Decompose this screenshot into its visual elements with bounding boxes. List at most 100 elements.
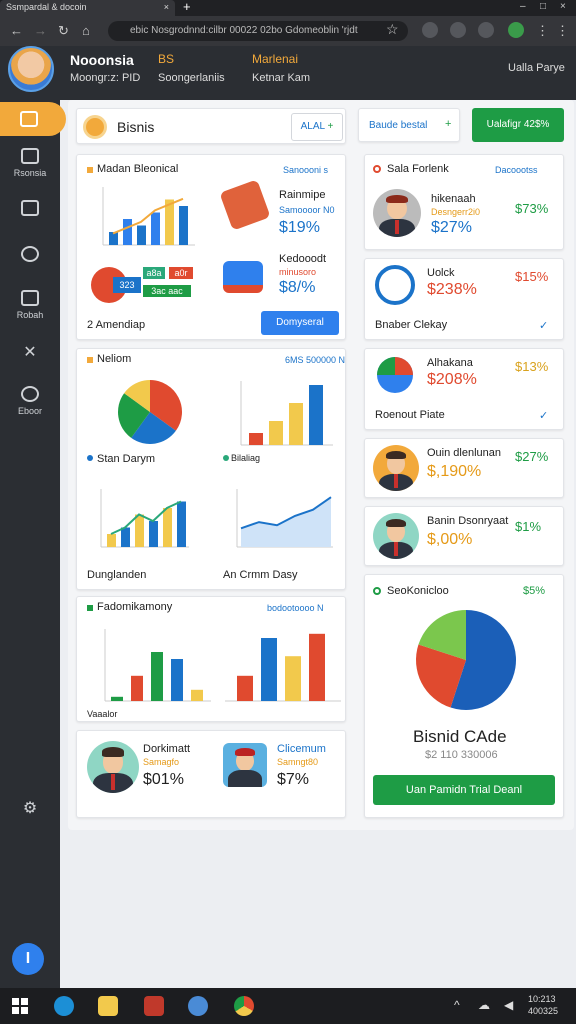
minimize-icon[interactable]: –	[520, 1, 526, 12]
sidebar-item-clock[interactable]	[0, 246, 60, 266]
line-chart-left	[100, 489, 189, 548]
windows-start-icon[interactable]	[12, 998, 28, 1014]
chrome-icon[interactable]	[234, 996, 254, 1016]
back-icon[interactable]: ←	[10, 23, 23, 38]
bar-right	[261, 638, 277, 701]
more-icon[interactable]: ⋮	[556, 23, 569, 39]
person2-avatar	[223, 743, 267, 787]
record-icon	[373, 165, 381, 173]
tag-4: 3ac aac	[143, 285, 191, 297]
sidebar-item-store[interactable]	[0, 200, 60, 220]
domyseral-button[interactable]: Domyseral	[261, 311, 339, 335]
flag-icon	[21, 290, 39, 306]
maximize-icon[interactable]: □	[540, 1, 546, 12]
user-name: Nooonsia	[70, 52, 134, 68]
right-card-4-name: Ouin dlenlunan	[427, 447, 502, 459]
help-button[interactable]: I	[12, 943, 44, 975]
bullet-icon	[87, 167, 93, 173]
network-icon[interactable]: ☁	[478, 998, 490, 1012]
trial-deal-button[interactable]: Uan Pamidn Trial Deanl	[373, 775, 555, 805]
sidebar-item-active[interactable]	[0, 102, 66, 136]
baude-bestal-label: Baude bestal	[369, 120, 428, 131]
home-icon[interactable]: ⌂	[82, 23, 90, 38]
truck-icon	[223, 261, 263, 293]
url-text: ebic Nosgrodnnd:cilbr 00022 02bo Gdomeob…	[130, 25, 358, 36]
right-card-1[interactable]: Sala Forlenk Dacoootss hikenaah Desngerr…	[364, 154, 564, 250]
ualafigr-button[interactable]: Ualafigr 42$%	[472, 108, 564, 142]
record-icon	[373, 587, 381, 595]
extension-icon[interactable]	[422, 22, 438, 38]
tag-2: a8a	[143, 267, 165, 279]
right-card-5[interactable]: Banin Dsonryaat $,00% $1%	[364, 506, 564, 566]
browser-tab[interactable]: Ssmpardal & docoin ×	[0, 0, 175, 16]
pies-bar	[289, 403, 303, 445]
reload-icon[interactable]: ↻	[58, 23, 69, 39]
baude-bestal-button[interactable]: Baude bestal +	[358, 108, 460, 142]
clock-time[interactable]: 10:213	[528, 994, 556, 1004]
card-pies-title: Neliom	[97, 353, 132, 365]
card-people: Dorkimatt Samagfo $01% Clicemum Samngt80…	[76, 730, 346, 818]
sidebar-item-rsonsia[interactable]: Rsonsia	[0, 148, 60, 178]
volume-icon[interactable]: ◀	[504, 998, 513, 1012]
summary-title: SeoKonicloo	[387, 585, 449, 597]
mini-pie-icon	[377, 357, 413, 393]
bullet-icon	[87, 605, 93, 611]
sidebar-item-label: Eboor	[17, 406, 43, 416]
alal-button[interactable]: ALAL +	[291, 113, 343, 141]
window-close-icon[interactable]: ×	[560, 1, 566, 12]
main-bar	[123, 219, 132, 245]
right-card-5-value: $,00%	[427, 531, 473, 548]
right-card-2[interactable]: Uolck $238% $15% Bnaber Clekay ✓	[364, 258, 564, 340]
tray-chevron-icon[interactable]: ^	[454, 998, 460, 1012]
forward-icon[interactable]: →	[34, 23, 47, 38]
summary-amount: $2 110 330006	[425, 749, 498, 761]
user-subtitle: Moongr:z: PID	[70, 72, 141, 84]
person2-value: $7%	[277, 771, 310, 788]
settings-gear-icon: ⚙	[22, 800, 38, 817]
sidebar-item-label: Robah	[16, 310, 44, 320]
line-left-bar	[149, 521, 158, 547]
clock-date[interactable]: 400325	[528, 1006, 558, 1016]
sidebar	[0, 100, 60, 988]
right-card-2-pct: $15%	[515, 269, 549, 284]
line-left-bar	[135, 514, 144, 547]
check-icon[interactable]: ✓	[539, 409, 548, 422]
sidebar-item-label: Rsonsia	[13, 168, 47, 178]
sidebar-settings[interactable]: ⚙	[0, 798, 60, 818]
bullet-icon	[87, 357, 93, 363]
right-card-3-name: Alhakana	[427, 357, 473, 369]
avatar[interactable]	[8, 46, 54, 92]
right-card-3[interactable]: Alhakana $208% $13% Roenout Piate ✓	[364, 348, 564, 430]
item2-title: Kedooodt	[279, 253, 327, 265]
sidebar-item-robah[interactable]: Robah	[0, 290, 60, 320]
sidebar-item-eboor[interactable]: Eboor	[0, 386, 60, 416]
line-left-bar	[121, 527, 130, 547]
check-icon[interactable]: ✓	[539, 319, 548, 332]
person1-avatar	[87, 741, 139, 793]
tab-close-icon[interactable]: ×	[164, 2, 169, 12]
bookmark-star-icon[interactable]: ☆	[386, 21, 399, 38]
address-bar[interactable]: ebic Nosgrodnnd:cilbr 00022 02bo Gdomeob…	[108, 21, 408, 41]
shield-icon[interactable]	[450, 22, 466, 38]
store-taskbar-icon[interactable]	[144, 996, 164, 1016]
right-card-2-footer: Bnaber Clekay	[375, 319, 448, 331]
menu-icon[interactable]: ⋮	[536, 23, 549, 39]
sidebar-item-tools[interactable]: ✕	[0, 342, 60, 362]
file-explorer-icon[interactable]	[98, 996, 118, 1016]
clock-icon	[375, 265, 415, 305]
edge-icon[interactable]	[54, 996, 74, 1016]
app-g-icon[interactable]	[188, 996, 208, 1016]
summary-pct: $5%	[523, 585, 546, 597]
bar-right	[309, 633, 325, 701]
store-icon	[21, 200, 39, 216]
new-tab-button[interactable]: +	[183, 0, 191, 14]
card-bars-footer: Vaaalor	[87, 709, 118, 719]
calculator-icon	[219, 179, 271, 231]
plus-icon: +	[445, 118, 452, 130]
right-card-4[interactable]: Ouin dlenlunan $,190% $27%	[364, 438, 564, 498]
profile-avatar-icon[interactable]	[508, 22, 524, 38]
grouped-bar-chart-right	[225, 633, 341, 702]
alal-button-label: ALAL	[300, 121, 325, 132]
person-avatar	[373, 445, 419, 491]
puzzle-icon[interactable]	[478, 22, 494, 38]
